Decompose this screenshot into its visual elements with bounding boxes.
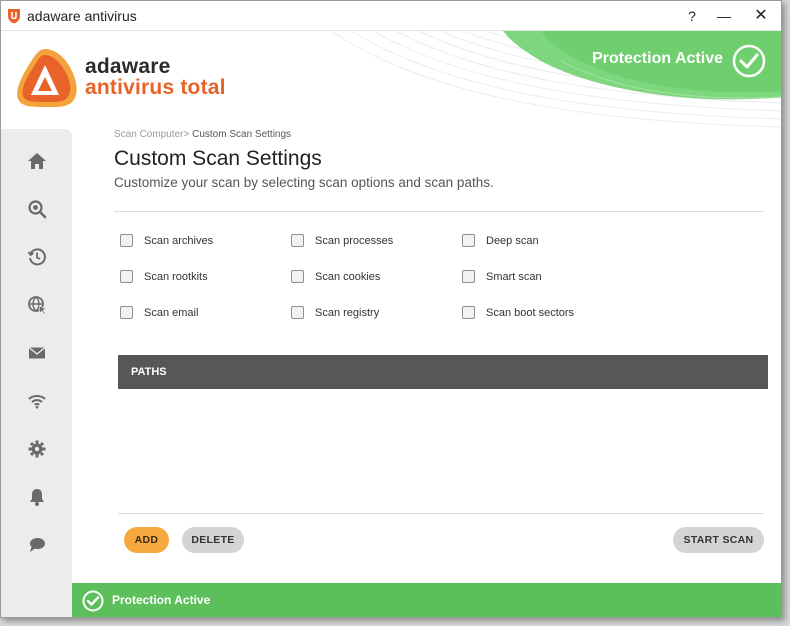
- sidebar-item-home[interactable]: [1, 137, 72, 185]
- option-scan-processes[interactable]: Scan processes: [291, 234, 393, 247]
- divider: [118, 513, 764, 514]
- bell-icon: [29, 489, 44, 506]
- option-label: Scan boot sectors: [486, 306, 575, 319]
- breadcrumb-parent-link[interactable]: Scan Computer>: [114, 129, 189, 140]
- checkbox[interactable]: [291, 234, 304, 247]
- history-clock-icon: [27, 248, 46, 266]
- option-label: Scan cookies: [315, 270, 381, 283]
- option-label: Scan archives: [144, 234, 214, 247]
- checkbox[interactable]: [462, 270, 475, 283]
- page-subtitle: Customize your scan by selecting scan op…: [114, 175, 494, 190]
- sidebar: [1, 129, 72, 617]
- check-circle-icon: [82, 590, 104, 612]
- paths-list[interactable]: [118, 389, 768, 513]
- home-icon: [27, 153, 46, 169]
- checkbox[interactable]: [291, 306, 304, 319]
- adaware-shield-icon: [8, 9, 20, 24]
- adaware-logo-icon: [17, 49, 77, 108]
- option-scan-email[interactable]: Scan email: [120, 306, 198, 319]
- option-scan-boot-sectors[interactable]: Scan boot sectors: [462, 306, 574, 319]
- page-title: Custom Scan Settings: [114, 147, 322, 170]
- envelope-icon: [28, 346, 45, 359]
- option-scan-registry[interactable]: Scan registry: [291, 306, 379, 319]
- gear-icon: [28, 440, 45, 458]
- close-button[interactable]: ✕: [746, 5, 776, 27]
- sidebar-item-history[interactable]: [1, 233, 72, 281]
- sidebar-item-notifications[interactable]: [1, 473, 72, 521]
- checkbox[interactable]: [462, 234, 475, 247]
- globe-cursor-icon: [27, 296, 47, 315]
- option-scan-archives[interactable]: Scan archives: [120, 234, 213, 247]
- option-smart-scan[interactable]: Smart scan: [462, 270, 542, 283]
- app-header: adaware antivirus total Protection Activ…: [1, 31, 781, 129]
- protection-status-label: Protection Active: [592, 50, 723, 67]
- sidebar-item-email[interactable]: [1, 329, 72, 377]
- wifi-icon: [27, 395, 46, 409]
- divider: [114, 211, 764, 212]
- option-label: Scan rootkits: [144, 270, 208, 283]
- option-label: Smart scan: [486, 270, 542, 283]
- option-label: Scan registry: [315, 306, 380, 319]
- option-label: Scan processes: [315, 234, 394, 247]
- paths-header-label: PATHS: [131, 366, 167, 378]
- window-title: adaware antivirus: [27, 8, 137, 24]
- breadcrumb-current: Custom Scan Settings: [192, 129, 292, 140]
- paths-header: PATHS: [118, 355, 768, 389]
- option-scan-cookies[interactable]: Scan cookies: [291, 270, 380, 283]
- delete-path-button[interactable]: DELETE: [182, 527, 244, 553]
- checkbox[interactable]: [462, 306, 475, 319]
- main-content: Scan Computer> Custom Scan Settings Cust…: [72, 129, 781, 583]
- option-scan-rootkits[interactable]: Scan rootkits: [120, 270, 208, 283]
- option-deep-scan[interactable]: Deep scan: [462, 234, 539, 247]
- option-label: Deep scan: [486, 234, 539, 247]
- app-window: adaware antivirus ? — ✕ adaware antiviru…: [0, 0, 782, 618]
- start-scan-button[interactable]: START SCAN: [673, 527, 764, 553]
- add-path-button[interactable]: ADD: [124, 527, 169, 553]
- option-label: Scan email: [144, 306, 199, 319]
- breadcrumb: Scan Computer> Custom Scan Settings: [114, 129, 291, 140]
- sidebar-item-settings[interactable]: [1, 425, 72, 473]
- title-bar: adaware antivirus ? — ✕: [1, 1, 781, 31]
- checkbox[interactable]: [120, 306, 133, 319]
- chat-bubble-icon: [29, 538, 45, 552]
- checkbox[interactable]: [291, 270, 304, 283]
- help-button[interactable]: ?: [677, 5, 707, 27]
- sidebar-item-web[interactable]: [1, 281, 72, 329]
- sidebar-item-network[interactable]: [1, 377, 72, 425]
- brand-product: antivirus total: [85, 76, 226, 99]
- status-bar-label: Protection Active: [112, 593, 211, 607]
- status-bar: Protection Active: [72, 583, 781, 617]
- sidebar-item-feedback[interactable]: [1, 521, 72, 569]
- minimize-button[interactable]: —: [709, 5, 739, 27]
- sidebar-item-scan[interactable]: [1, 185, 72, 233]
- protection-check-icon: [732, 44, 766, 78]
- checkbox[interactable]: [120, 234, 133, 247]
- checkbox[interactable]: [120, 270, 133, 283]
- scan-magnifier-icon: [27, 200, 46, 219]
